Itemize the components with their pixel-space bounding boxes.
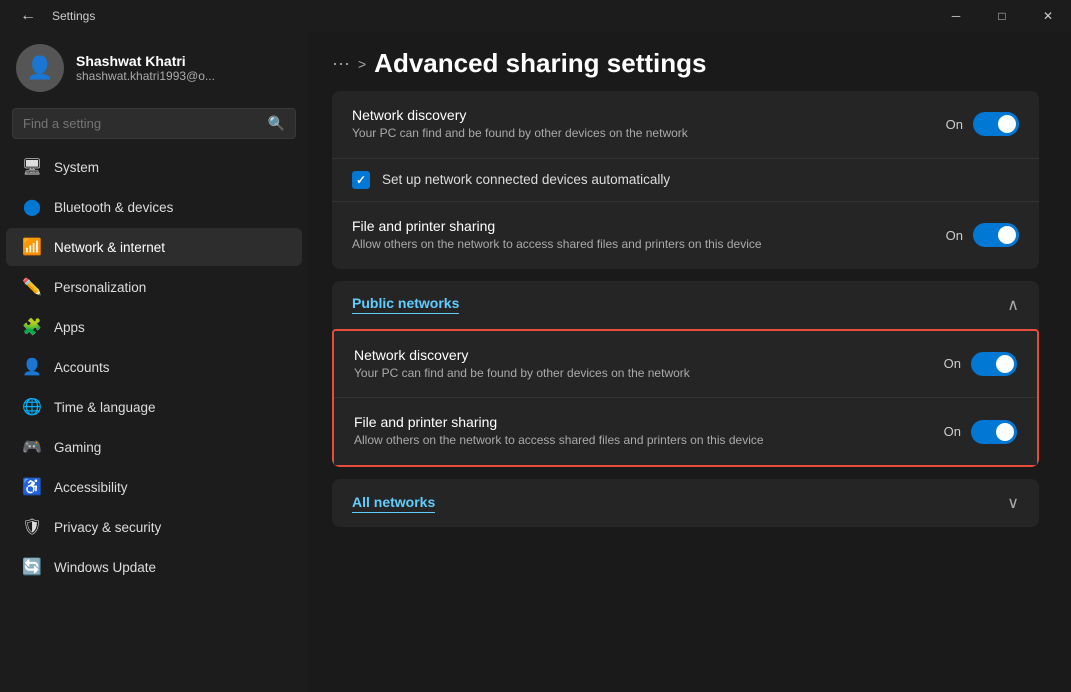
gaming-icon: 🎮 [22, 437, 42, 457]
nav-item-network[interactable]: 📶 Network & internet [6, 228, 302, 266]
title-bar: ← Settings ─ □ ✕ [0, 0, 1071, 32]
avatar: 👤 [16, 44, 64, 92]
auto-setup-label: Set up network connected devices automat… [382, 172, 670, 187]
nav-item-personalization[interactable]: ✏️ Personalization [6, 268, 302, 306]
public-settings-highlight: Network discovery Your PC can find and b… [332, 329, 1039, 468]
breadcrumb-dots[interactable]: ··· [332, 53, 350, 74]
private-file-sharing-label: File and printer sharing [352, 218, 946, 234]
auto-setup-checkbox[interactable] [352, 171, 370, 189]
private-file-sharing-state: On [946, 228, 963, 243]
user-profile[interactable]: 👤 Shashwat Khatri shashwat.khatri1993@o.… [0, 32, 308, 108]
user-name: Shashwat Khatri [76, 53, 215, 69]
public-network-discovery-state: On [944, 356, 961, 371]
public-section-title: Public networks [352, 295, 459, 314]
sidebar: 👤 Shashwat Khatri shashwat.khatri1993@o.… [0, 32, 308, 692]
public-file-sharing-desc: Allow others on the network to access sh… [354, 432, 874, 449]
public-file-sharing-label: File and printer sharing [354, 414, 944, 430]
page-title: Advanced sharing settings [374, 48, 706, 79]
search-input[interactable] [23, 116, 260, 131]
public-network-discovery-toggle[interactable] [971, 352, 1017, 376]
update-icon: 🔄 [22, 557, 42, 577]
public-file-sharing-row: File and printer sharing Allow others on… [334, 398, 1037, 465]
minimize-button[interactable]: ─ [933, 0, 979, 32]
content-header: ··· > Advanced sharing settings [308, 32, 1071, 91]
nav-item-accessibility[interactable]: ♿ Accessibility [6, 468, 302, 506]
nav-item-system[interactable]: 🖥 System [6, 148, 302, 186]
public-file-sharing-toggle[interactable] [971, 420, 1017, 444]
network-icon: 📶 [22, 237, 42, 257]
all-networks-chevron: ∨ [1007, 493, 1019, 513]
back-button[interactable]: ← [12, 7, 44, 25]
user-email: shashwat.khatri1993@o... [76, 69, 215, 83]
public-network-discovery-row: Network discovery Your PC can find and b… [334, 331, 1037, 399]
private-network-discovery-row: Network discovery Your PC can find and b… [332, 91, 1039, 159]
nav-item-time[interactable]: 🌐 Time & language [6, 388, 302, 426]
public-section-chevron: ∧ [1007, 295, 1019, 315]
nav-item-apps[interactable]: 🧩 Apps [6, 308, 302, 346]
privacy-icon: 🛡 [22, 517, 42, 537]
all-networks-header[interactable]: All networks ∨ [332, 479, 1039, 527]
personalization-icon: ✏️ [22, 277, 42, 297]
private-file-sharing-desc: Allow others on the network to access sh… [352, 236, 872, 253]
private-network-discovery-label: Network discovery [352, 107, 946, 123]
time-icon: 🌐 [22, 397, 42, 417]
content-area: ··· > Advanced sharing settings Network … [308, 32, 1071, 692]
search-icon: 🔍 [268, 115, 285, 132]
private-file-sharing-row: File and printer sharing Allow others on… [332, 202, 1039, 269]
apps-icon: 🧩 [22, 317, 42, 337]
nav-item-accounts[interactable]: 👤 Accounts [6, 348, 302, 386]
public-section-header[interactable]: Public networks ∧ [332, 281, 1039, 329]
nav-item-privacy[interactable]: 🛡 Privacy & security [6, 508, 302, 546]
private-section: Network discovery Your PC can find and b… [332, 91, 1039, 269]
content-scroll: Network discovery Your PC can find and b… [308, 91, 1071, 692]
maximize-button[interactable]: □ [979, 0, 1025, 32]
public-file-sharing-state: On [944, 424, 961, 439]
nav-item-bluetooth[interactable]: ⬤ Bluetooth & devices [6, 188, 302, 226]
public-section: Public networks ∧ Network discovery Your… [332, 281, 1039, 468]
app-title: Settings [52, 9, 95, 23]
private-file-sharing-toggle[interactable] [973, 223, 1019, 247]
bluetooth-icon: ⬤ [22, 197, 42, 217]
private-network-discovery-toggle[interactable] [973, 112, 1019, 136]
nav-item-update[interactable]: 🔄 Windows Update [6, 548, 302, 586]
nav-item-gaming[interactable]: 🎮 Gaming [6, 428, 302, 466]
window-controls: ─ □ ✕ [933, 0, 1071, 32]
public-network-discovery-desc: Your PC can find and be found by other d… [354, 365, 874, 382]
private-network-discovery-state: On [946, 117, 963, 132]
public-network-discovery-label: Network discovery [354, 347, 944, 363]
auto-setup-row: Set up network connected devices automat… [332, 159, 1039, 202]
all-networks-title: All networks [352, 494, 435, 513]
accessibility-icon: ♿ [22, 477, 42, 497]
private-network-discovery-desc: Your PC can find and be found by other d… [352, 125, 872, 142]
accounts-icon: 👤 [22, 357, 42, 377]
system-icon: 🖥 [22, 157, 42, 177]
close-button[interactable]: ✕ [1025, 0, 1071, 32]
breadcrumb-arrow: > [358, 56, 366, 72]
search-box[interactable]: 🔍 [12, 108, 296, 139]
all-networks-section: All networks ∨ [332, 479, 1039, 527]
